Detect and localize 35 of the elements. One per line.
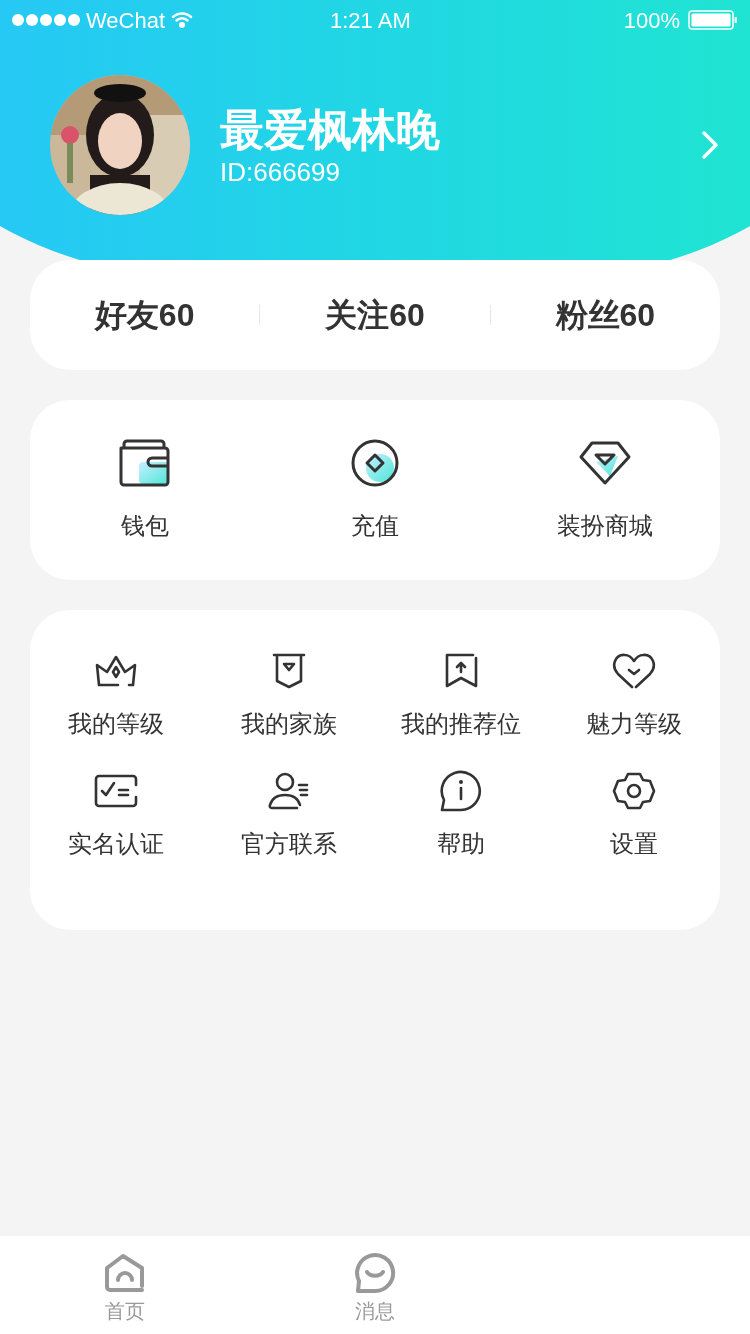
stat-link[interactable]: 粉丝60 bbox=[555, 291, 656, 339]
user-name: 最爱枫林晚 bbox=[220, 104, 441, 156]
heart-icon bbox=[611, 652, 656, 690]
diamond-icon bbox=[578, 440, 632, 486]
id-card-icon bbox=[93, 773, 140, 809]
wifi-icon bbox=[171, 12, 194, 28]
stat-link[interactable]: 关注60 bbox=[325, 291, 425, 339]
stat-link[interactable]: 好友60 bbox=[94, 291, 195, 339]
chat-bubble-icon bbox=[354, 1252, 396, 1294]
menu-item[interactable]: 钱包 bbox=[30, 436, 260, 544]
battery-percent: 100% bbox=[623, 6, 680, 35]
battery-icon bbox=[688, 10, 738, 30]
crown-icon bbox=[94, 653, 139, 689]
menu-item[interactable]: 设置 bbox=[547, 768, 720, 862]
bookmark-icon bbox=[443, 652, 480, 690]
info-icon bbox=[439, 769, 484, 813]
menu-item[interactable]: 我的等级 bbox=[30, 648, 203, 742]
menu-item[interactable]: 魅力等级 bbox=[547, 648, 720, 742]
user-id: ID:666699 bbox=[220, 157, 341, 187]
menu-item[interactable]: 我的家族 bbox=[202, 648, 375, 742]
menu-item[interactable]: 实名认证 bbox=[30, 768, 203, 862]
carrier-name: WeChat bbox=[86, 6, 166, 35]
menu-item[interactable]: 我的推荐位 bbox=[375, 648, 548, 742]
user-icon bbox=[266, 771, 311, 811]
signal-icon bbox=[12, 13, 80, 27]
home-icon bbox=[104, 1252, 146, 1294]
menu-item[interactable]: 装扮商城 bbox=[490, 436, 720, 544]
menu-item[interactable]: 充值 bbox=[260, 436, 490, 544]
menu-item[interactable]: 帮助 bbox=[375, 768, 548, 862]
coin-icon bbox=[350, 438, 400, 488]
wallet-icon bbox=[119, 438, 171, 488]
chevron-right-icon[interactable] bbox=[700, 130, 720, 160]
shield-icon bbox=[270, 652, 307, 690]
menu-item[interactable]: 官方联系 bbox=[202, 768, 375, 862]
clock-time: 1:21 AM bbox=[330, 6, 411, 35]
